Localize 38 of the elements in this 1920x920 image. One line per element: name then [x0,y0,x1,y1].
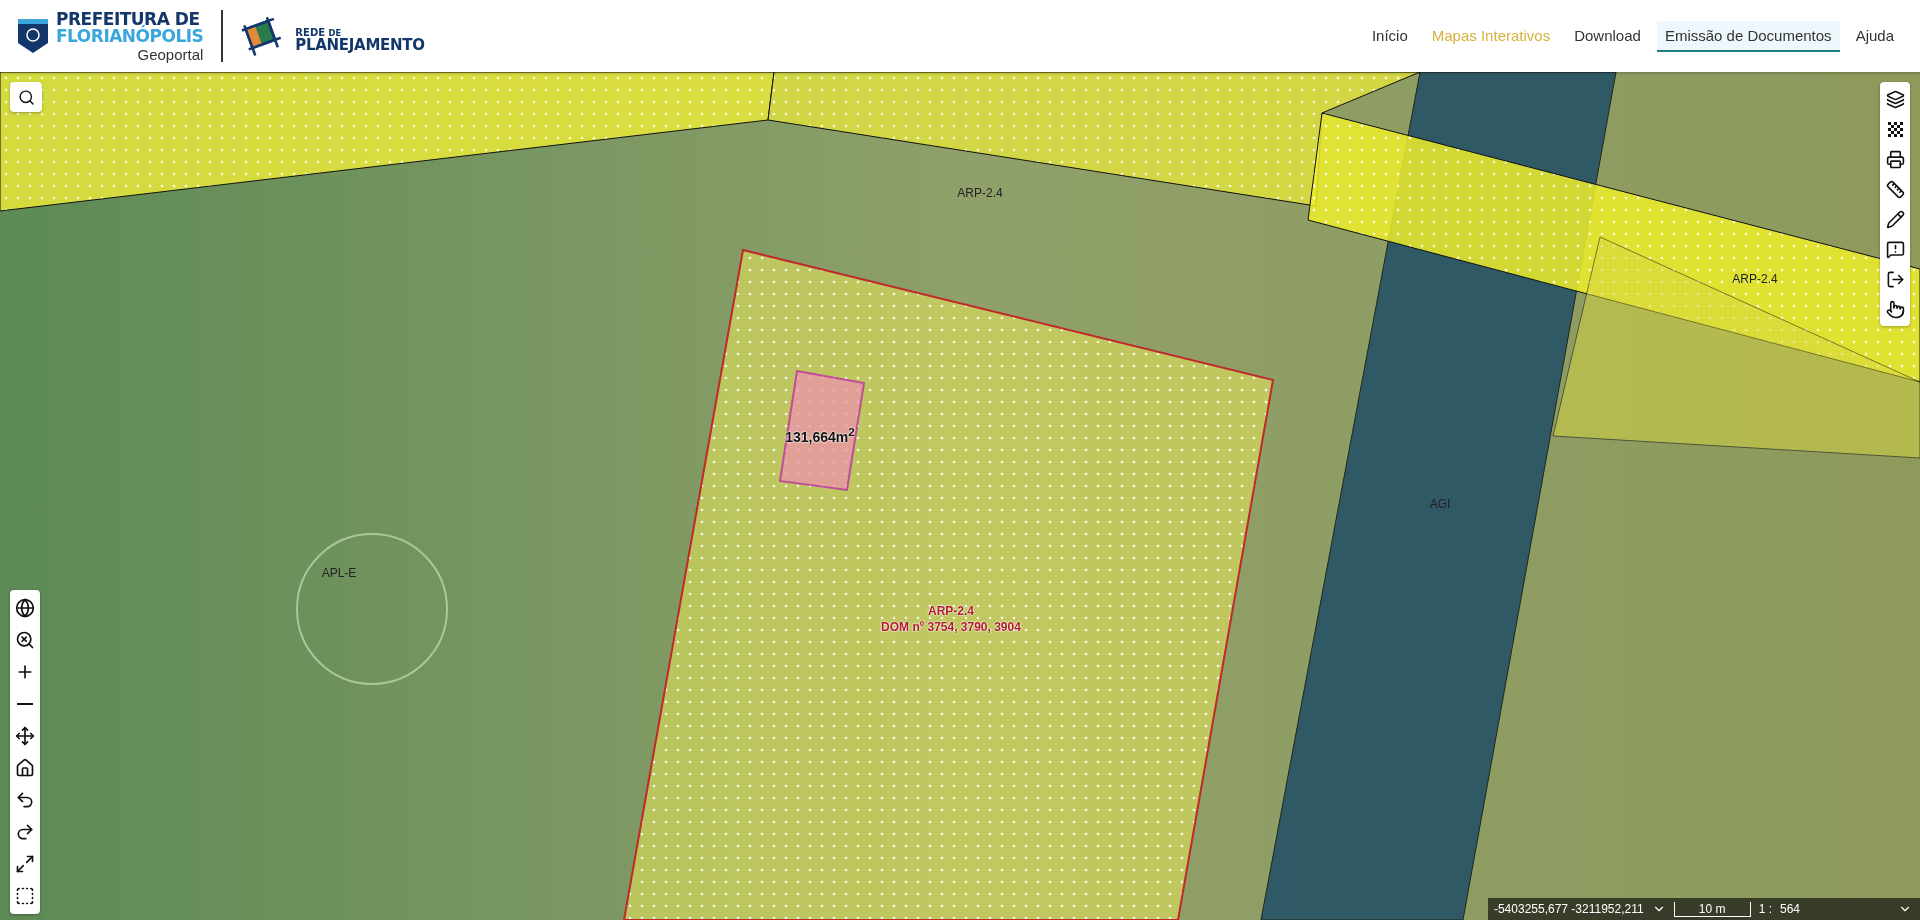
redo-icon [15,822,35,842]
parcel-label: ARP-2.4 [928,604,974,618]
logo-subtitle: Geoportal [137,46,204,62]
zoom-extent-icon [15,630,35,650]
checkerboard-icon [1885,119,1905,139]
partner-logo-name: PLANEJAMENTO [295,37,425,53]
nav-link[interactable]: Download [1566,20,1649,52]
area-label: 131,664m$^{2}$ [785,425,855,445]
layers-icon [1885,89,1905,109]
planning-logo-icon [241,16,284,56]
zone-label: AGI [1429,497,1451,511]
zone-label: APL-E [321,566,357,580]
home-icon [15,758,35,778]
shield-logo-icon [18,19,48,53]
dashed-square-icon [15,886,35,906]
scale-bar: 10 m [1673,901,1751,917]
pencil-icon [1885,209,1905,229]
parcel-label: DOM nº 3754, 3790, 3904 [881,620,1021,634]
pan-arrows-icon [15,726,35,746]
print-icon [1885,149,1905,169]
zone-label: ARP-2.4 [1732,272,1778,286]
zone-label: ARP-2.4 [957,186,1003,200]
partner-logo-title: REDE DE [295,27,343,38]
nav-link[interactable]: Emissão de Documentos [1656,20,1840,52]
coordinates-text: -5403255,677 -3211952,211 [1493,902,1644,916]
fullscreen-icon [15,854,35,874]
search-button[interactable] [10,82,42,112]
ruler-icon [1885,179,1905,199]
globe-icon [15,598,35,618]
alert-bubble-icon [1885,239,1905,259]
undo-icon [15,790,35,810]
scale-prefix: 1 : [1758,902,1772,916]
nav-link[interactable]: Início [1363,20,1416,52]
scale-value: 564 [1780,902,1802,916]
exit-icon [1885,269,1905,289]
nav-link[interactable]: Ajuda [1847,20,1902,52]
hand-pointer-icon [1885,299,1905,319]
search-icon [17,88,35,106]
